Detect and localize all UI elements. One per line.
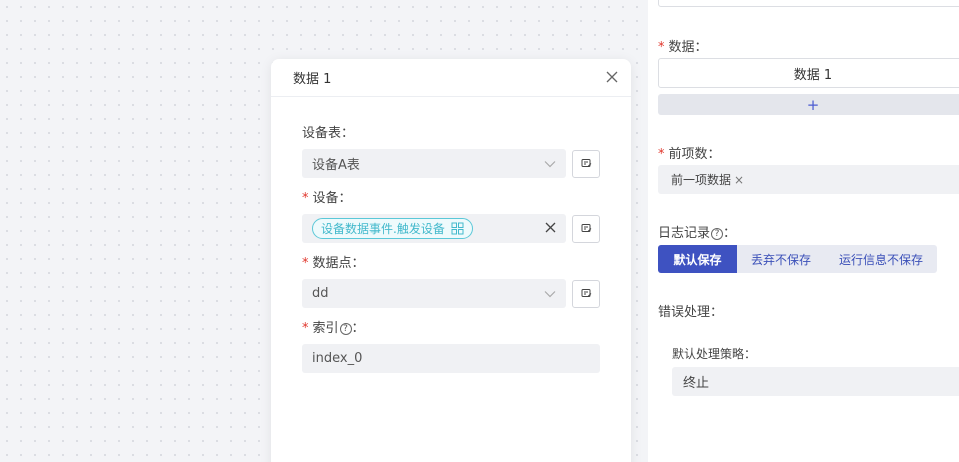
top-input-box[interactable] bbox=[658, 0, 959, 7]
device-edit-button[interactable] bbox=[572, 214, 600, 243]
index-field: * 索引?： index_0 bbox=[302, 320, 600, 373]
data-label-row: * 数据： bbox=[658, 36, 708, 55]
required-mark: * bbox=[302, 191, 309, 206]
log-option-default-save[interactable]: 默认保存 bbox=[658, 245, 737, 273]
device-tag[interactable]: 设备数据事件.触发设备 bbox=[312, 218, 473, 239]
add-data-button[interactable]: + bbox=[658, 94, 959, 115]
close-icon[interactable] bbox=[605, 70, 619, 84]
required-mark: * bbox=[658, 40, 665, 55]
chevron-down-icon bbox=[544, 290, 556, 297]
required-mark: * bbox=[302, 256, 309, 271]
device-table-label: 设备表： bbox=[302, 126, 355, 141]
grid-icon bbox=[451, 222, 464, 235]
device-select[interactable]: 设备数据事件.触发设备 bbox=[302, 214, 566, 243]
data-item-1[interactable]: 数据 1 bbox=[658, 58, 959, 88]
log-label: 日志记录 bbox=[658, 226, 711, 241]
log-option-discard[interactable]: 丢弃不保存 bbox=[737, 245, 825, 273]
index-input[interactable]: index_0 bbox=[302, 344, 600, 373]
datapoint-edit-button[interactable] bbox=[572, 279, 600, 308]
data-label: 数据： bbox=[668, 40, 708, 55]
modal-body: 设备表： 设备A表 * 设备： 设备数据事件.触发设备 * 数据点： dd * … bbox=[271, 97, 631, 373]
edit-note-icon bbox=[581, 224, 591, 232]
strategy-select[interactable]: 终止 bbox=[672, 367, 959, 396]
prev-label: 前项数： bbox=[668, 147, 721, 162]
config-panel: * 数据： 数据 1 + * 前项数： 前一项数据 × 日志记录?： 默认保存 丢弃不… bbox=[648, 0, 959, 462]
prev-tag: 前一项数据 × bbox=[671, 171, 744, 188]
edit-note-icon bbox=[581, 159, 591, 167]
device-table-value: 设备A表 bbox=[312, 158, 360, 173]
prev-tag-label: 前一项数据 bbox=[671, 173, 732, 187]
index-label-colon: ： bbox=[351, 321, 365, 336]
datapoint-label: 数据点： bbox=[312, 256, 365, 271]
device-table-select[interactable]: 设备A表 bbox=[302, 149, 566, 178]
datapoint-field: * 数据点： dd bbox=[302, 255, 600, 308]
strategy-label: 默认处理策略： bbox=[672, 347, 757, 361]
modal-header: 数据 1 bbox=[271, 59, 631, 97]
device-field: * 设备： 设备数据事件.触发设备 bbox=[302, 190, 600, 243]
prev-label-row: * 前项数： bbox=[658, 143, 721, 162]
error-label: 错误处理： bbox=[658, 305, 724, 320]
device-tag-label: 设备数据事件.触发设备 bbox=[321, 222, 445, 236]
help-icon[interactable]: ? bbox=[339, 323, 352, 335]
datapoint-select[interactable]: dd bbox=[302, 279, 566, 308]
log-label-colon: ： bbox=[723, 226, 737, 241]
prev-select[interactable]: 前一项数据 × bbox=[658, 165, 959, 194]
chevron-down-icon bbox=[544, 160, 556, 167]
device-label: 设备： bbox=[312, 191, 352, 206]
clear-icon[interactable] bbox=[545, 222, 556, 233]
required-mark: * bbox=[302, 321, 309, 336]
data-edit-modal: 数据 1 设备表： 设备A表 * 设备： 设备数据事件.触发设备 * 数据点： … bbox=[271, 59, 631, 462]
log-option-no-runtime-info[interactable]: 运行信息不保存 bbox=[825, 245, 937, 273]
log-label-row: 日志记录?： bbox=[658, 222, 736, 241]
help-icon[interactable]: ? bbox=[711, 228, 724, 240]
index-label: 索引 bbox=[312, 321, 339, 336]
modal-title: 数据 1 bbox=[293, 72, 332, 87]
edit-note-icon bbox=[581, 289, 591, 297]
log-mode-segmented: 默认保存 丢弃不保存 运行信息不保存 bbox=[658, 245, 938, 273]
datapoint-value: dd bbox=[312, 286, 329, 301]
device-table-edit-button[interactable] bbox=[572, 149, 600, 178]
required-mark: * bbox=[658, 147, 665, 162]
device-table-field: 设备表： 设备A表 bbox=[302, 125, 600, 178]
tag-close-icon[interactable]: × bbox=[734, 173, 744, 187]
